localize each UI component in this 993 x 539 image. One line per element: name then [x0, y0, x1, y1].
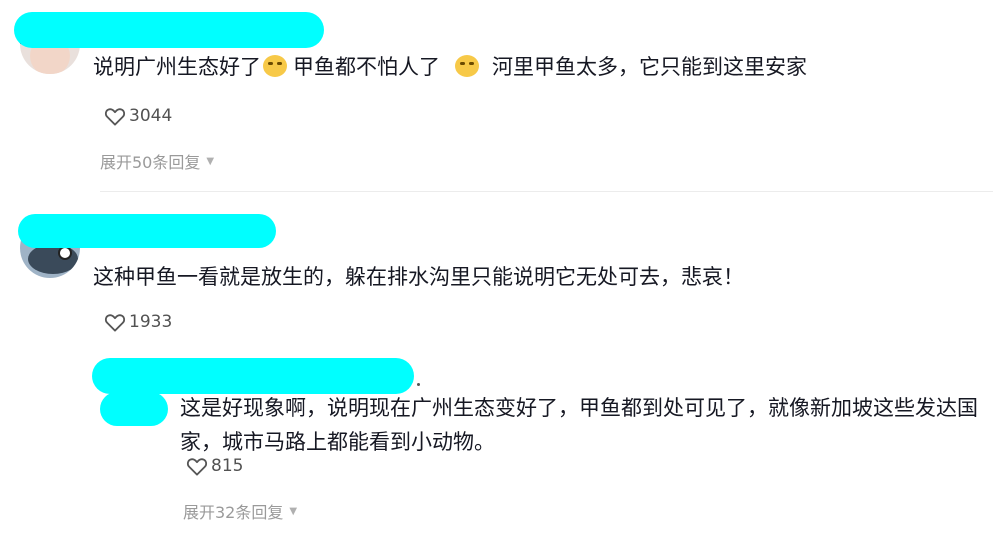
thinking-emoji-icon [263, 55, 287, 77]
comment-text: 这种甲鱼一看就是放生的，躲在排水沟里只能说明它无处可去，悲哀！ [93, 265, 744, 289]
reply-text: 这是好现象啊，说明现在广州生态变好了，甲鱼都到处可见了，就像新加坡这些发达国家，… [180, 396, 978, 454]
expand-replies-label: 展开32条回复 [183, 503, 284, 522]
heart-outline-icon [186, 458, 208, 476]
expand-replies-label: 展开50条回复 [100, 153, 201, 172]
expand-replies-button[interactable]: 展开32条回复 ▼ [183, 499, 297, 523]
avatar-eye [58, 246, 72, 260]
redacted-username [18, 214, 276, 248]
heart-outline-icon [104, 314, 126, 332]
stray-mark [417, 383, 420, 386]
caret-down-icon: ▼ [289, 505, 298, 517]
thinking-emoji-icon [455, 55, 480, 77]
like-count: 1933 [129, 312, 173, 332]
redacted-avatar[interactable] [100, 392, 168, 426]
like-button[interactable]: 3044 [104, 106, 172, 126]
caret-down-icon: ▼ [206, 155, 215, 167]
comment-divider [100, 191, 993, 192]
like-button[interactable]: 1933 [104, 312, 172, 332]
expand-replies-button[interactable]: 展开50条回复 ▼ [100, 149, 214, 173]
comment-text: 说明广州生态好了 甲鱼都不怕人了 河里甲鱼太多，它只能到这里安家 [93, 50, 807, 84]
like-count: 3044 [129, 106, 173, 126]
comment-text-part: 甲鱼都不怕人了 [293, 55, 440, 79]
comment-text-part: 河里甲鱼太多，它只能到这里安家 [492, 55, 808, 79]
like-button[interactable]: 815 [186, 456, 243, 476]
redacted-username [92, 358, 414, 394]
redacted-username [14, 12, 324, 48]
like-count: 815 [211, 456, 244, 476]
heart-outline-icon [104, 108, 126, 126]
comment-text-part: 说明广州生态好了 [93, 55, 261, 79]
